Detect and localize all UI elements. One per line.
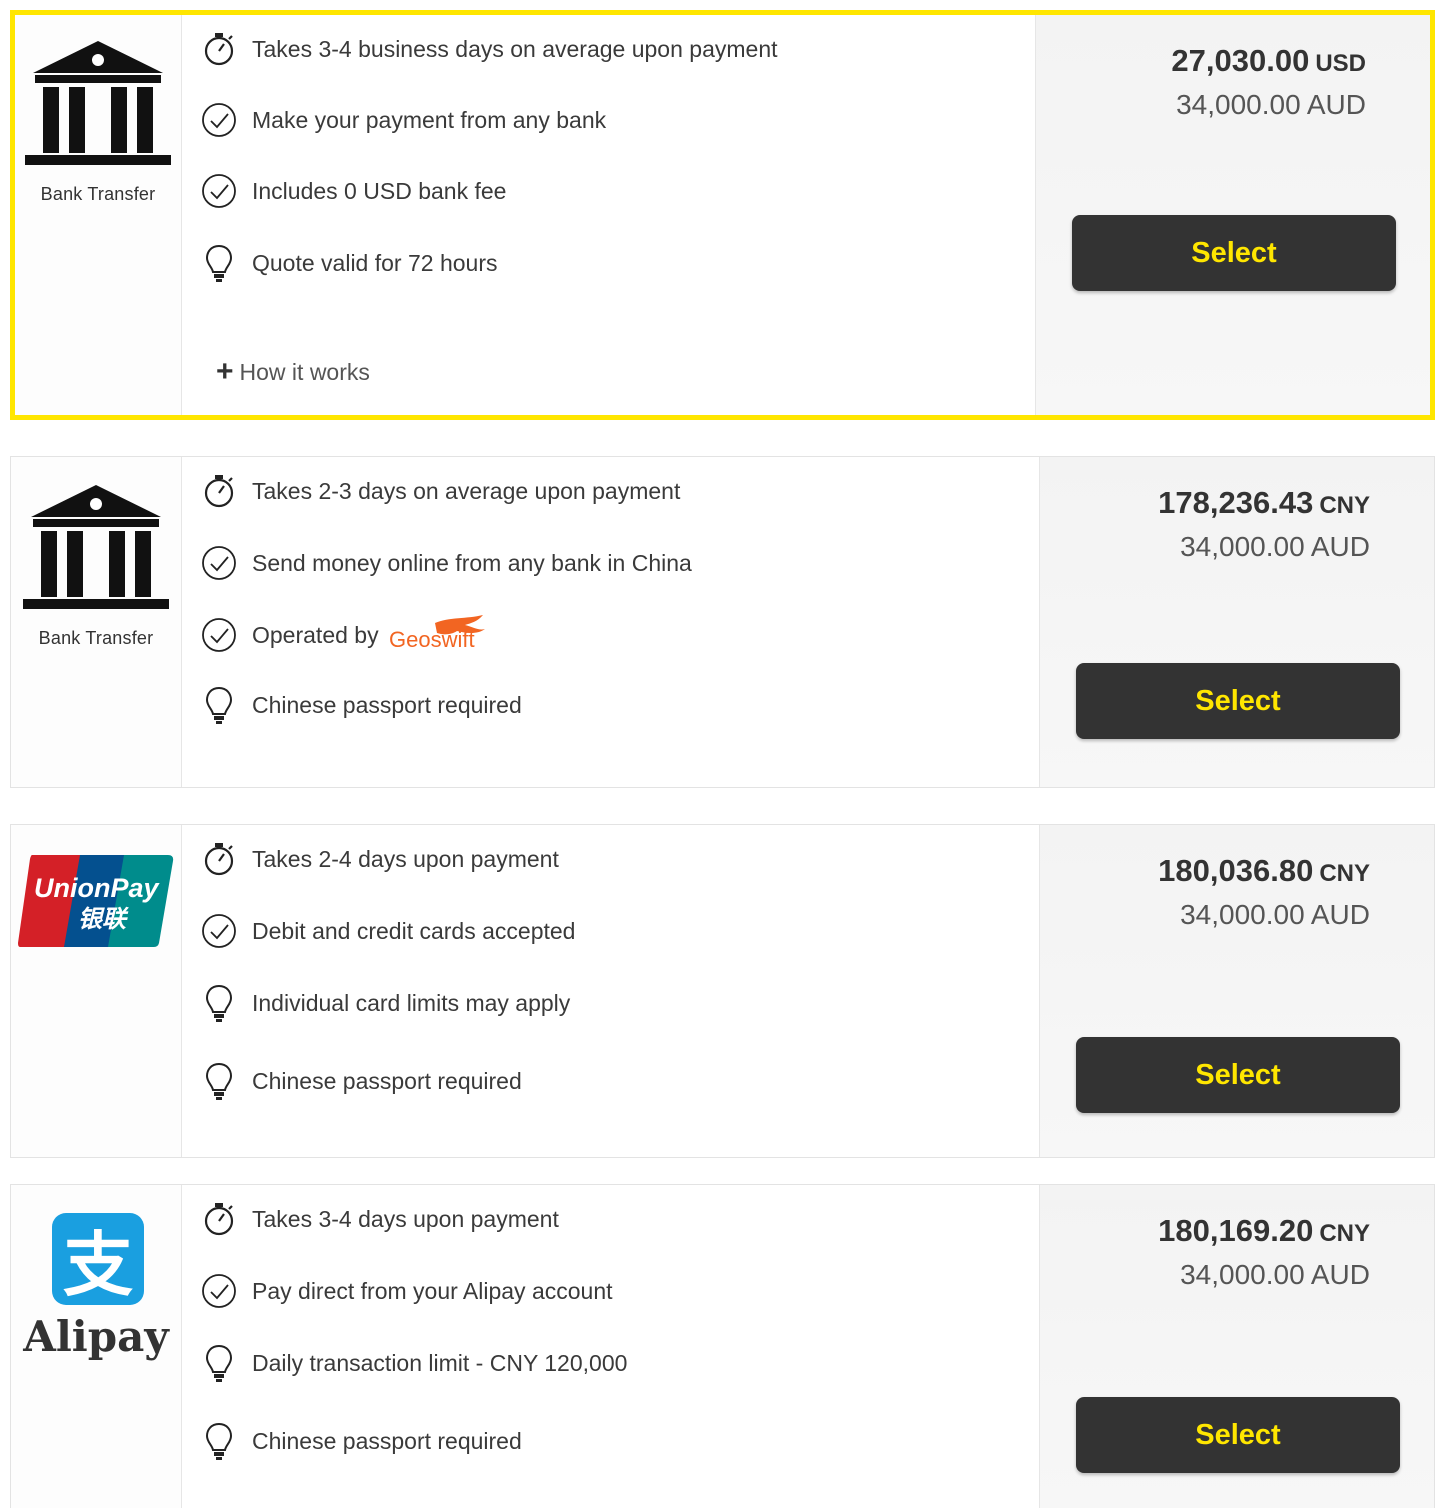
feature-text: Takes 3-4 business days on average upon … — [252, 35, 778, 62]
price-panel: 178,236.43 CNY 34,000.00 AUD Select — [1040, 457, 1434, 787]
stopwatch-icon — [200, 30, 238, 68]
source-amount: 34,000.00 AUD — [1180, 531, 1370, 562]
feature-text: Chinese passport required — [252, 691, 522, 718]
amount-currency: USD — [1315, 50, 1366, 77]
converted-amount: 27,030.00 USD — [1171, 43, 1366, 79]
check-circle-icon — [200, 172, 238, 210]
source-amount: 34,000.00 AUD — [1180, 899, 1370, 930]
how-it-works-link[interactable]: + How it works — [216, 357, 370, 387]
feature-row: Operated by Geoswift — [200, 613, 491, 658]
amount-value: 180,169.20 — [1158, 1213, 1314, 1248]
check-circle-icon — [200, 1272, 238, 1310]
feature-text: Individual card limits may apply — [252, 989, 571, 1016]
feature-text: Chinese passport required — [252, 1067, 522, 1094]
feature-row: Chinese passport required — [200, 685, 522, 725]
feature-row: Chinese passport required — [200, 1061, 522, 1101]
payment-option-unionpay[interactable]: UnionPay 银联 Takes 2-4 days upon payment … — [10, 824, 1435, 1158]
feature-text: Operated by — [252, 621, 379, 648]
amount-value: 180,036.80 — [1158, 853, 1314, 888]
feature-row: Takes 2-4 days upon payment — [200, 839, 559, 879]
feature-row: Individual card limits may apply — [200, 983, 570, 1023]
feature-text: Includes 0 USD bank fee — [252, 177, 507, 204]
unionpay-logo: UnionPay 银联 — [18, 851, 174, 956]
features-list: Takes 3-4 business days on average upon … — [182, 15, 1036, 415]
feature-row: Send money online from any bank in China — [200, 543, 692, 583]
alipay-logo: 支 Alipay — [18, 1211, 174, 1366]
lightbulb-icon — [200, 1422, 238, 1460]
features-list: Takes 2-3 days on average upon payment S… — [182, 457, 1040, 787]
payment-method-logo-panel: 支 Alipay — [11, 1185, 182, 1508]
stopwatch-icon — [200, 472, 238, 510]
feature-text: Send money online from any bank in China — [252, 549, 692, 576]
stopwatch-icon — [200, 1200, 238, 1238]
lightbulb-icon — [200, 1062, 238, 1100]
select-button[interactable]: Select — [1076, 1397, 1400, 1473]
bank-building-icon — [23, 35, 173, 172]
feature-text: Quote valid for 72 hours — [252, 249, 498, 276]
logo-caption: Bank Transfer — [40, 184, 156, 204]
features-list: Takes 2-4 days upon payment Debit and cr… — [182, 825, 1040, 1157]
check-circle-icon — [200, 616, 238, 654]
converted-amount: 178,236.43 CNY — [1158, 485, 1370, 521]
feature-row: Pay direct from your Alipay account — [200, 1271, 613, 1311]
feature-text: Takes 2-3 days on average upon payment — [252, 477, 681, 504]
amount-currency: CNY — [1319, 492, 1370, 519]
feature-row: Takes 3-4 business days on average upon … — [200, 29, 778, 69]
converted-amount: 180,036.80 CNY — [1158, 853, 1370, 889]
amount-value: 27,030.00 — [1171, 43, 1310, 78]
bank-building-icon — [21, 479, 171, 616]
geoswift-logo: Geoswift — [387, 613, 491, 658]
payment-option-alipay[interactable]: 支 Alipay Takes 3-4 days upon payment Pay… — [10, 1184, 1435, 1508]
payment-method-logo-panel: Bank Transfer — [11, 457, 182, 787]
amount-currency: CNY — [1319, 860, 1370, 887]
stopwatch-icon — [200, 840, 238, 878]
payment-method-logo-panel: UnionPay 银联 — [11, 825, 182, 1157]
alipay-logo-glyph: 支 — [63, 1224, 133, 1306]
feature-row: Quote valid for 72 hours — [200, 243, 497, 283]
select-button[interactable]: Select — [1076, 663, 1400, 739]
lightbulb-icon — [200, 244, 238, 282]
payment-option-bank-transfer-usd[interactable]: Bank Transfer Takes 3-4 business days on… — [10, 10, 1435, 420]
how-it-works-label: How it works — [239, 358, 370, 385]
amount-currency: CNY — [1319, 1220, 1370, 1247]
feature-text: Chinese passport required — [252, 1427, 522, 1454]
select-button[interactable]: Select — [1076, 1037, 1400, 1113]
select-button[interactable]: Select — [1072, 215, 1396, 291]
converted-amount: 180,169.20 CNY — [1158, 1213, 1370, 1249]
feature-row: Includes 0 USD bank fee — [200, 171, 506, 211]
check-circle-icon — [200, 544, 238, 582]
payment-option-bank-transfer-cny[interactable]: Bank Transfer Takes 2-3 days on average … — [10, 456, 1435, 788]
lightbulb-icon — [200, 1344, 238, 1382]
alipay-logo-text: Alipay — [22, 1312, 170, 1361]
payment-method-logo-panel: Bank Transfer — [15, 15, 182, 415]
source-amount: 34,000.00 AUD — [1180, 1259, 1370, 1290]
feature-text: Make your payment from any bank — [252, 106, 607, 133]
feature-text: Daily transaction limit - CNY 120,000 — [252, 1349, 628, 1376]
feature-text: Pay direct from your Alipay account — [252, 1277, 613, 1304]
price-panel: 180,036.80 CNY 34,000.00 AUD Select — [1040, 825, 1434, 1157]
feature-text: Takes 2-4 days upon payment — [252, 845, 559, 872]
geoswift-logo-text: Geoswift — [389, 627, 475, 652]
check-circle-icon — [200, 912, 238, 950]
unionpay-logo-text: UnionPay — [34, 873, 161, 903]
feature-row: Takes 3-4 days upon payment — [200, 1199, 559, 1239]
unionpay-logo-cn-text: 银联 — [78, 905, 129, 933]
feature-row: Chinese passport required — [200, 1421, 522, 1461]
source-amount: 34,000.00 AUD — [1176, 89, 1366, 120]
features-list: Takes 3-4 days upon payment Pay direct f… — [182, 1185, 1040, 1508]
feature-row: Debit and credit cards accepted — [200, 911, 575, 951]
feature-row: Make your payment from any bank — [200, 100, 606, 140]
feature-row: Takes 2-3 days on average upon payment — [200, 471, 680, 511]
check-circle-icon — [200, 101, 238, 139]
logo-caption: Bank Transfer — [38, 628, 154, 648]
lightbulb-icon — [200, 984, 238, 1022]
price-panel: 27,030.00 USD 34,000.00 AUD Select — [1036, 15, 1430, 415]
price-panel: 180,169.20 CNY 34,000.00 AUD Select — [1040, 1185, 1434, 1508]
lightbulb-icon — [200, 686, 238, 724]
feature-row: Daily transaction limit - CNY 120,000 — [200, 1343, 627, 1383]
feature-text: Takes 3-4 days upon payment — [252, 1205, 559, 1232]
amount-value: 178,236.43 — [1158, 485, 1314, 520]
feature-text: Debit and credit cards accepted — [252, 917, 576, 944]
plus-icon: + — [216, 355, 234, 388]
